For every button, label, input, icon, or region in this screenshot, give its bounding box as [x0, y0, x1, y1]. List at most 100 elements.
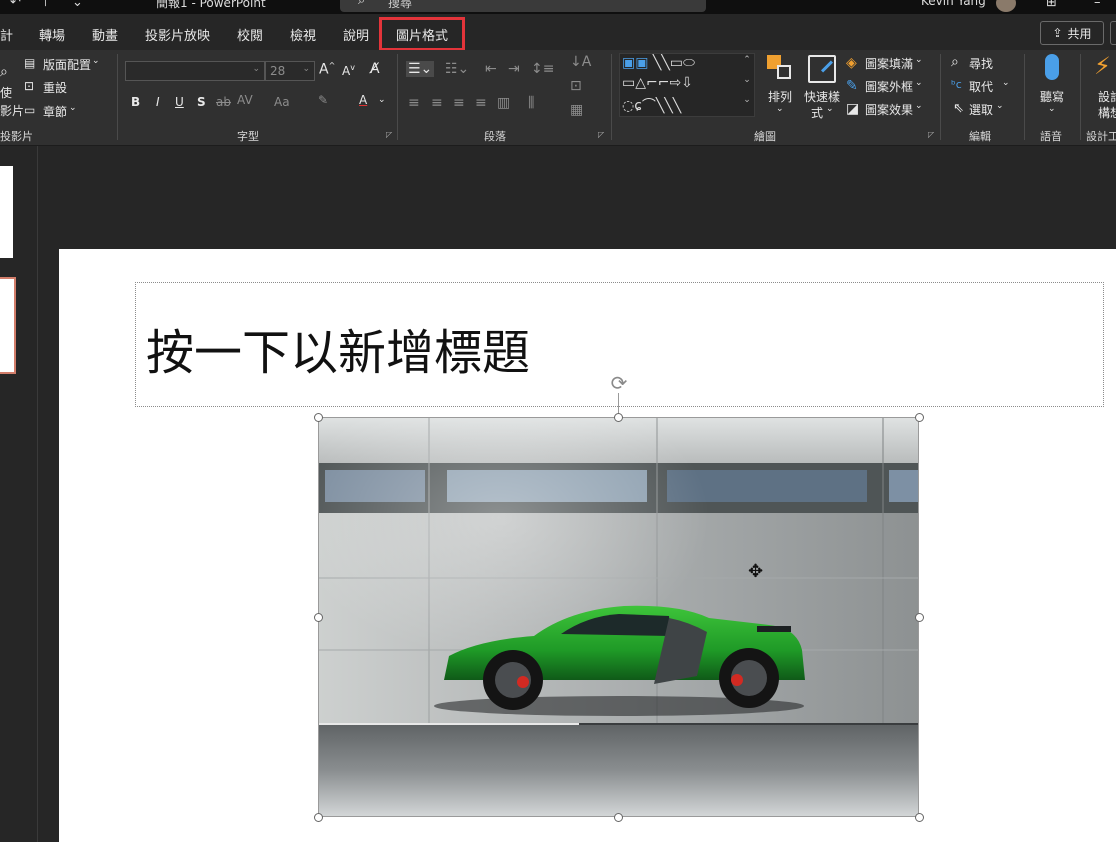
bullets-icon[interactable]: ☰⌄ [406, 61, 435, 77]
reuse-slides-icon[interactable]: ⌕ [0, 64, 8, 80]
tab-slide-show[interactable]: 投影片放映 [145, 25, 210, 44]
layout-icon: ▤ [24, 56, 36, 70]
smartart-icon[interactable]: ▦ [570, 102, 583, 118]
resize-handle-s[interactable] [614, 813, 623, 822]
align-text-icon[interactable]: ⊡ [570, 78, 582, 94]
replace-icon: ᵇc [951, 78, 962, 91]
columns-icon[interactable]: ⫼ [528, 95, 534, 111]
font-dialog-launcher-icon[interactable]: ◸ [386, 130, 392, 139]
document-title: 簡報1 - PowerPoint [156, 0, 266, 10]
dictate-button[interactable]: 聽寫 [1040, 88, 1064, 105]
section-button[interactable]: 章節 [43, 103, 67, 120]
tab-review[interactable]: 校閱 [237, 25, 263, 44]
share-label: 共用 [1067, 26, 1092, 41]
shapes-gallery[interactable]: ▣▣ ╲╲▭⬭ ▭△⌐⌐⇨⇩ ◌ɕ⌒╲╲╲ [619, 53, 755, 117]
group-label-slides: 投影片 [0, 130, 33, 143]
reuse-slides-label-2[interactable]: 影片 [0, 102, 24, 119]
font-size-combo[interactable]: 28 ⌄ [265, 61, 315, 81]
customize-toolbar-icon[interactable]: ⌄ [72, 0, 83, 10]
gallery-more-icon[interactable]: ⌄ [740, 95, 754, 115]
ribbon-display-icon[interactable]: ⊞ [1046, 0, 1057, 10]
tab-picture-format[interactable]: 圖片格式 [379, 17, 466, 51]
design-ideas-label-2[interactable]: 構想 [1098, 104, 1116, 121]
reset-button[interactable]: 重設 [43, 79, 67, 96]
align-left-icon[interactable]: ≡ [408, 95, 420, 111]
select-cursor-icon: ⇖ [953, 101, 964, 116]
character-spacing-button[interactable]: AV [237, 93, 253, 107]
group-label-voice: 語音 [1040, 130, 1062, 143]
tab-animations[interactable]: 動畫 [92, 25, 118, 44]
tab-help[interactable]: 說明 [343, 25, 369, 44]
drawing-dialog-launcher-icon[interactable]: ◸ [928, 130, 934, 139]
reset-icon: ⊡ [24, 79, 35, 93]
text-direction-icon[interactable]: ↓A [570, 54, 591, 70]
numbering-icon[interactable]: ☷⌄ [445, 61, 469, 77]
italic-button[interactable]: I [156, 95, 160, 109]
gallery-down-icon[interactable]: ⌄ [740, 75, 754, 95]
group-label-drawing: 繪圖 [754, 130, 776, 143]
resize-handle-ne[interactable] [915, 413, 924, 422]
shrink-font-icon[interactable]: Av [342, 63, 355, 78]
change-case-button[interactable]: Aa [274, 95, 290, 109]
justify-icon[interactable]: ≡ [475, 95, 487, 111]
tab-transitions[interactable]: 轉場 [39, 25, 65, 44]
underline-button[interactable]: U [175, 95, 184, 109]
minimize-icon[interactable]: – [1094, 0, 1101, 10]
select-button[interactable]: 選取 [969, 101, 993, 118]
increase-indent-icon[interactable]: ⇥ [508, 61, 520, 77]
layout-button[interactable]: 版面配置 [43, 56, 91, 73]
highlight-icon[interactable]: ✎ [318, 93, 328, 107]
clear-formatting-icon[interactable]: A̸ [370, 61, 380, 77]
resize-handle-n[interactable] [614, 413, 623, 422]
group-divider [117, 54, 118, 140]
selected-picture[interactable] [318, 417, 919, 817]
decrease-indent-icon[interactable]: ⇤ [485, 61, 497, 77]
quick-styles-label-1[interactable]: 快速樣 [804, 88, 840, 105]
resize-handle-nw[interactable] [314, 413, 323, 422]
present-icon[interactable]: ⊤ [40, 0, 51, 10]
font-name-combo[interactable]: ⌄ [125, 61, 265, 81]
resize-handle-e[interactable] [915, 613, 924, 622]
strikethrough-button[interactable]: ab [216, 95, 231, 109]
slide-thumbnail[interactable] [0, 166, 13, 258]
share-button[interactable]: ⇪ 共用 [1040, 21, 1104, 45]
rotate-handle-icon[interactable]: ⟳ [608, 372, 630, 394]
align-right-icon[interactable]: ≡ [453, 95, 465, 111]
microphone-icon [1045, 54, 1059, 80]
shape-effects-button[interactable]: 圖案效果 [865, 101, 913, 118]
bold-button[interactable]: B [131, 95, 140, 109]
group-label-font: 字型 [237, 130, 259, 143]
user-name[interactable]: Kevin Yang [921, 0, 986, 8]
gallery-up-icon[interactable]: ⌃ [740, 55, 754, 75]
undo-icon[interactable]: ↶ [10, 0, 21, 10]
align-center-icon[interactable]: ≡ [431, 95, 443, 111]
quick-styles-label-2[interactable]: 式 [811, 104, 823, 121]
paragraph-dialog-launcher-icon[interactable]: ◸ [598, 130, 604, 139]
resize-handle-sw[interactable] [314, 813, 323, 822]
arrange-button[interactable]: 排列 [768, 88, 792, 105]
avatar[interactable] [996, 0, 1016, 12]
reuse-slides-label-1[interactable]: 使 [0, 84, 12, 101]
tab-design[interactable]: 計 [0, 25, 13, 44]
chevron-down-icon: ⌄ [915, 101, 923, 111]
grow-font-icon[interactable]: A^ [319, 61, 335, 78]
line-spacing-icon[interactable]: ↕≡ [531, 61, 554, 77]
slide-thumbnail-panel[interactable] [0, 146, 38, 842]
replace-button[interactable]: 取代 [969, 78, 993, 95]
design-ideas-label-1[interactable]: 設計 [1098, 88, 1116, 105]
resize-handle-se[interactable] [915, 813, 924, 822]
comments-button[interactable] [1110, 21, 1116, 45]
shape-outline-button[interactable]: 圖案外框 [865, 78, 913, 95]
shape-fill-button[interactable]: 圖案填滿 [865, 55, 913, 72]
search-box[interactable]: ⌕ 搜尋 [340, 0, 706, 12]
designer-icon: ⚡ [1094, 52, 1111, 80]
slide-thumbnail-selected[interactable] [0, 277, 16, 374]
find-button[interactable]: 尋找 [969, 55, 993, 72]
tab-view[interactable]: 檢視 [290, 25, 316, 44]
font-size-value: 28 [270, 64, 286, 78]
shape-outline-icon: ✎ [846, 78, 858, 94]
shadow-button[interactable]: S [197, 95, 206, 109]
distributed-icon[interactable]: ▥ [497, 95, 510, 111]
font-color-button[interactable]: A [359, 93, 367, 107]
resize-handle-w[interactable] [314, 613, 323, 622]
